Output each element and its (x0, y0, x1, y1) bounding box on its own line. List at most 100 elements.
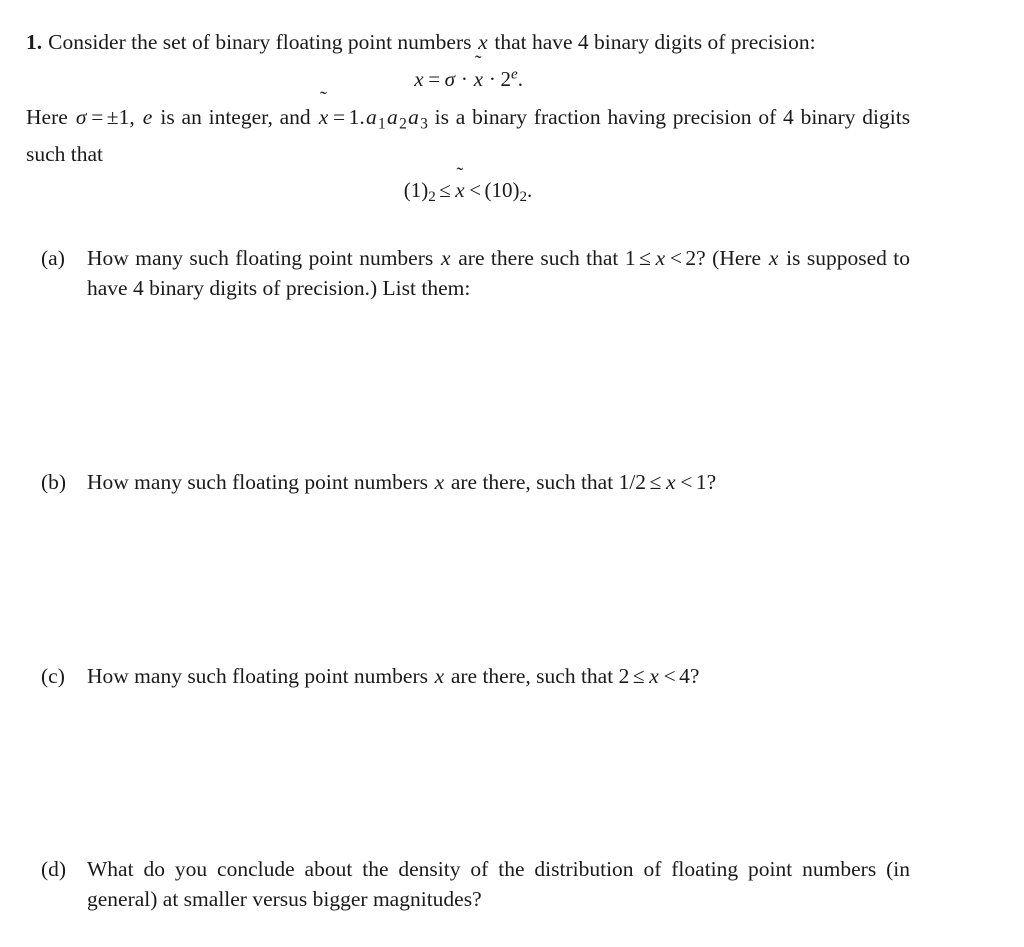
stem-text-2: that have 4 binary digits of precision: (494, 30, 816, 54)
part-a-text-2: are there such that (458, 246, 619, 270)
equation-2-spacer-top (26, 169, 910, 178)
display-equation-1: x = σ · ˜ x · 2e. (26, 53, 910, 92)
part-d: (d) What do you conclude about the densi… (41, 854, 910, 914)
eq1-period: . (517, 66, 523, 91)
eq2-less-equal: ≤ (439, 177, 451, 202)
eq2-one: 1 (410, 177, 422, 202)
part-c-answer-space[interactable] (86, 694, 910, 839)
part-a-less-than: < (669, 246, 682, 270)
part-a-question-mark: ? (696, 246, 706, 270)
part-a-less-equal: ≤ (639, 246, 651, 270)
part-b-answer-space[interactable] (86, 500, 910, 650)
part-a-variable-x: x (440, 246, 451, 270)
part-c: (c) How many such floating point numbers… (41, 661, 910, 691)
part-b-text-1: How many such floating point numbers (87, 470, 428, 494)
part-a-lower-bound: 1 (624, 246, 636, 270)
part-b-less-equal: ≤ (649, 470, 662, 494)
part-b-lower-bound: 1/2 (618, 470, 647, 494)
part-a-label: (a) (41, 246, 65, 270)
equation-spacer-top (26, 57, 910, 66)
stem2-tail-text: is a binary fraction having precision of… (26, 104, 911, 166)
stem2-plus-minus-one: ±1 (106, 104, 130, 129)
part-b-math-variable: x (666, 470, 676, 494)
stem2-mantissa-expression: ˜ x = 1.a1a2a3 (317, 88, 428, 132)
problem-stem-paragraph-1: 1. Consider the set of binary floating po… (26, 27, 910, 57)
part-d-text: What do you conclude about the density o… (87, 857, 910, 911)
stem-variable-x: x (478, 30, 488, 54)
part-c-variable-x: x (434, 664, 445, 688)
eq2-period: . (527, 177, 533, 202)
stem2-x-tilde: ˜ x (317, 88, 329, 132)
part-a-variable-x-2: x (768, 246, 779, 270)
part-b-text-2: are there, such that (450, 470, 614, 494)
part-c-less-equal: ≤ (632, 664, 645, 688)
eq1-base: 2 (500, 66, 512, 91)
part-c-math-variable: x (649, 664, 659, 688)
part-a-math-variable: x (655, 246, 666, 270)
eq2-radix-subscript-1: 2 (428, 189, 436, 206)
eq2-ten: 10 (491, 177, 513, 202)
part-b-question-mark: ? (706, 470, 717, 494)
tilde-accent-icon: ˜ (319, 87, 327, 110)
part-a: (a) How many such floating point numbers… (41, 243, 910, 303)
stem2-here: Here (26, 104, 68, 129)
part-a-body: How many such floating point numbers x a… (87, 243, 910, 303)
eq2-x-tilde: ˜ x (454, 165, 466, 203)
problem-block: 1. Consider the set of binary floating po… (26, 27, 910, 206)
eq1-dot-2: · (488, 66, 496, 91)
tilde-accent-icon: ˜ (474, 52, 482, 75)
part-c-upper-bound: 4 (679, 664, 690, 688)
part-d-body: What do you conclude about the density o… (87, 854, 910, 914)
eq1-exponent: e (511, 66, 518, 82)
stem2-comma: , (129, 104, 135, 129)
part-c-label: (c) (41, 664, 65, 688)
part-c-text-2: are there, such that (450, 664, 614, 688)
part-a-text-1: How many such floating point numbers (87, 246, 434, 270)
part-c-text-1: How many such floating point numbers (87, 664, 428, 688)
stem-text-1: Consider the set of binary floating poin… (48, 30, 472, 54)
part-a-inequality: 1 ≤ x <2? (625, 246, 706, 270)
stem2-sigma: σ (75, 104, 87, 129)
eq1-lhs: x (414, 66, 424, 91)
part-a-text-3: (Here (712, 246, 762, 270)
tilde-accent-icon: ˜ (456, 163, 464, 186)
eq1-sigma: σ (444, 66, 455, 91)
stem2-a3: a (408, 104, 419, 129)
part-b-label: (b) (41, 470, 67, 494)
stem2-a3-subscript: 3 (420, 114, 428, 132)
eq2-open-paren-1: ( (403, 177, 411, 202)
worksheet-page: 1. Consider the set of binary floating po… (0, 0, 1024, 947)
part-d-label: (d) (41, 857, 67, 881)
part-b-body: How many such floating point numbers x a… (87, 467, 910, 497)
stem2-a1-subscript: 1 (378, 114, 386, 132)
equation-spacer-bottom (26, 92, 910, 102)
eq1-x-tilde: ˜ x (472, 53, 484, 92)
part-c-less-than: < (663, 664, 676, 688)
part-b-inequality: 1/2 ≤ x <1? (619, 470, 717, 494)
problem-number: 1. (26, 30, 43, 54)
stem2-a1: a (365, 104, 377, 129)
part-c-question-mark: ? (689, 664, 700, 688)
display-equation-2: (1)2 ≤ ˜ x < (10)2. (26, 165, 910, 206)
stem2-equals: = (91, 104, 104, 129)
part-b-upper-bound: 1 (695, 470, 707, 494)
part-b-variable-x: x (434, 470, 445, 494)
eq2-less-than: < (469, 177, 482, 202)
part-c-body: How many such floating point numbers x a… (87, 661, 910, 691)
eq1-dot-1: · (460, 66, 468, 91)
part-b-less-than: < (680, 470, 693, 494)
stem2-mantissa-integer: 1. (348, 104, 365, 129)
stem2-variable-e: e (142, 104, 153, 129)
part-b: (b) How many such floating point numbers… (41, 467, 910, 497)
eq1-equals: = (428, 66, 441, 91)
stem2-a2-subscript: 2 (399, 114, 407, 132)
eq2-radix-subscript-2: 2 (519, 189, 527, 206)
part-c-lower-bound: 2 (618, 664, 630, 688)
stem2-a2: a (387, 104, 398, 129)
stem2-middle-text: is an integer, and (160, 104, 311, 129)
part-a-answer-space[interactable] (86, 305, 910, 455)
problem-stem-paragraph-2: Here σ = ±1, e is an integer, and ˜ x = 1.a1a… (26, 88, 911, 169)
part-a-upper-bound: 2 (685, 246, 697, 270)
part-c-inequality: 2 ≤ x <4? (619, 664, 700, 688)
stem2-equals-2: = (333, 104, 346, 129)
